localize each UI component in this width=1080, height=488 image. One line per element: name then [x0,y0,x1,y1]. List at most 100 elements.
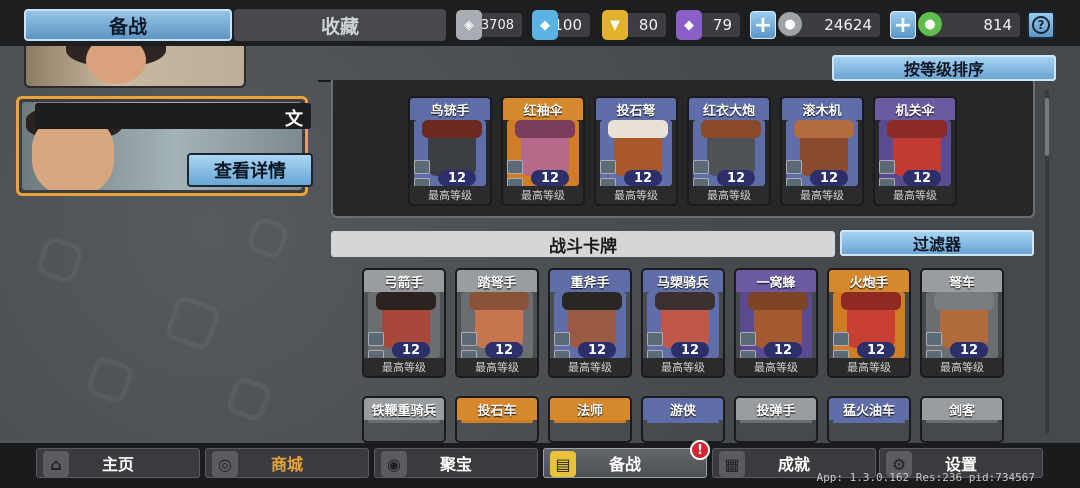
help-button[interactable]: ? [1027,11,1055,39]
cards-icon: ▤ [550,451,576,477]
hero-portrait-previous[interactable] [24,46,246,88]
card-max-level: 最高等级 [736,358,816,376]
skill-icon [507,160,523,174]
unit-card[interactable]: 红衣大炮 12 最高等级 [687,96,771,206]
card-max-level: 最高等级 [643,358,723,376]
card-art [740,420,812,423]
skill-icon [879,160,895,174]
card-name: 法师 [550,398,630,420]
skill-icon [833,332,849,346]
hero-name: 文 [285,109,303,130]
unit-headgear [794,120,854,138]
unit-headgear [608,120,668,138]
unit-card[interactable]: 猛火油车 [827,396,911,443]
unit-card[interactable]: 红袖伞 12 最高等级 [501,96,585,206]
card-art [926,420,998,423]
treasure-icon: ◉ [381,451,407,477]
card-level: 12 [857,342,895,358]
unit-card[interactable]: 法师 [548,396,632,443]
sort-by-level-button[interactable]: 按等级排序 [832,55,1056,81]
unit-card[interactable]: 重斧手 12 最高等级 [548,268,632,378]
card-art [554,420,626,423]
gem-icon: ● [918,12,942,36]
resource-value: 24624 [824,16,872,34]
card-max-level: 最高等级 [875,186,955,204]
unit-card[interactable]: 游侠 [641,396,725,443]
skill-icon [926,332,942,346]
unit-card[interactable]: 滚木机 12 最高等级 [780,96,864,206]
add-gems-button[interactable]: + [890,11,916,39]
card-name: 投弹手 [736,398,816,420]
card-name: 滚木机 [782,98,862,120]
unit-card[interactable]: 铁鞭重骑兵 [362,396,446,443]
card-art [461,420,533,423]
battle-cards-title: 战斗卡牌 [331,231,835,257]
unit-card[interactable]: 机关伞 12 最高等级 [873,96,957,206]
skill-icon [368,332,384,346]
tab-prepare[interactable]: 备战 [24,9,232,41]
card-name: 剑客 [922,398,1002,420]
unit-headgear [376,292,436,310]
card-max-level: 最高等级 [550,358,630,376]
card-name: 一窝蜂 [736,270,816,292]
unit-headgear [469,292,529,310]
skill-icon [600,160,616,174]
nav-label: 成就 [777,455,810,474]
nav-shop[interactable]: ◎ 商城 [205,448,369,478]
nav-home[interactable]: ⌂ 主页 [36,448,200,478]
unit-card[interactable]: 一窝蜂 12 最高等级 [734,268,818,378]
unit-card[interactable]: 鸟铳手 12 最高等级 [408,96,492,206]
card-max-level: 最高等级 [457,358,537,376]
nav-cards[interactable]: ▤ 备战 [543,448,707,478]
nav-treasure[interactable]: ◉ 聚宝 [374,448,538,478]
unit-card[interactable]: 弓箭手 12 最高等级 [362,268,446,378]
card-max-level: 最高等级 [596,186,676,204]
card-name: 机关伞 [875,98,955,120]
tab-collection[interactable]: 收藏 [234,9,446,41]
nav-label: 商城 [270,455,303,474]
coin-icon: ● [778,12,802,36]
card-level: 12 [903,170,941,186]
unit-card[interactable]: 投石车 [455,396,539,443]
card-art [647,420,719,423]
hero-card-selected[interactable]: 文 查看详情 [16,96,313,196]
unit-headgear [562,292,622,310]
crystal-icon: ◆ [532,10,558,40]
card-level: 12 [624,170,662,186]
skill-icon [740,332,756,346]
filter-button[interactable]: 过滤器 [840,230,1034,256]
purple-gem-icon: ◆ [676,10,702,40]
unit-headgear [748,292,808,310]
card-level: 12 [717,170,755,186]
add-coins-button[interactable]: + [750,11,776,39]
unit-card[interactable]: 火炮手 12 最高等级 [827,268,911,378]
card-name: 投石弩 [596,98,676,120]
shop-icon: ◎ [212,451,238,477]
unit-card[interactable]: 剑客 [920,396,1004,443]
card-max-level: 最高等级 [503,186,583,204]
skill-icon [554,332,570,346]
skill-icon [786,160,802,174]
portrait-face [86,46,146,84]
card-max-level: 最高等级 [922,358,1002,376]
card-level: 12 [764,342,802,358]
unit-card[interactable]: 投弹手 [734,396,818,443]
card-name: 投石车 [457,398,537,420]
nav-label: 主页 [101,455,134,474]
version-text: App: 1.3.0.162 Res:236 pid:734567 [816,471,1035,484]
unit-card[interactable]: 投石弩 12 最高等级 [594,96,678,206]
card-level: 12 [531,170,569,186]
card-level: 12 [438,170,476,186]
skill-icon [693,160,709,174]
card-name: 红袖伞 [503,98,583,120]
unit-card[interactable]: 马槊骑兵 12 最高等级 [641,268,725,378]
resource-value: 814 [983,16,1012,34]
view-details-button[interactable]: 查看详情 [187,153,313,187]
achievement-icon: ▦ [719,451,745,477]
unit-card[interactable]: 弩车 12 最高等级 [920,268,1004,378]
scrollbar-thumb[interactable] [1045,98,1049,156]
card-name: 重斧手 [550,270,630,292]
nav-label: 聚宝 [439,455,472,474]
unit-card[interactable]: 踏弩手 12 最高等级 [455,268,539,378]
card-level: 12 [810,170,848,186]
